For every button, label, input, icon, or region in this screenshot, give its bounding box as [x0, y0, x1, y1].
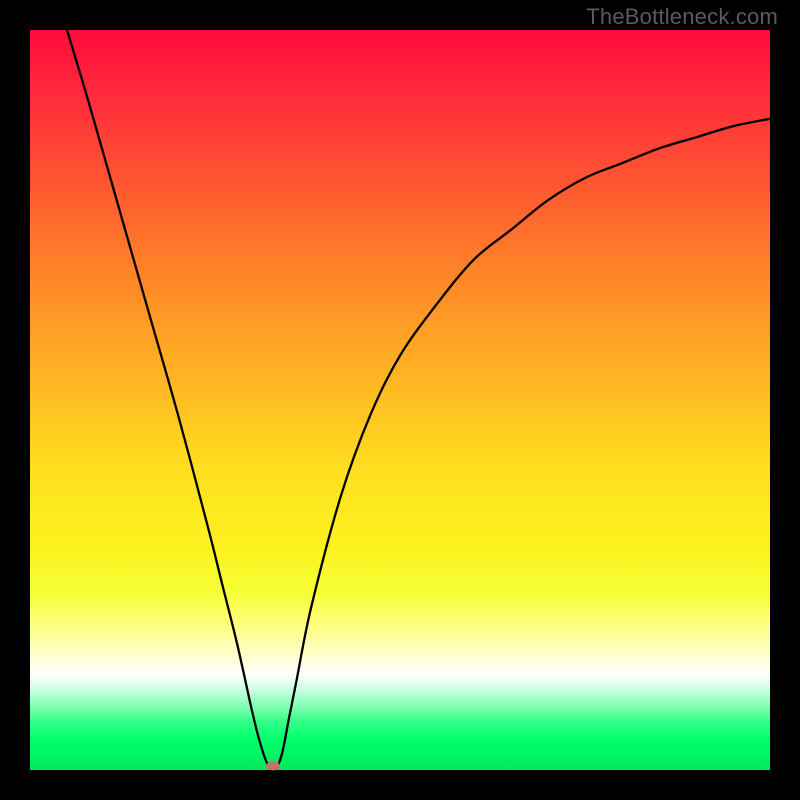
watermark-text: TheBottleneck.com	[586, 4, 778, 30]
chart-frame: TheBottleneck.com	[0, 0, 800, 800]
plot-background-gradient	[30, 30, 770, 770]
optimal-point-marker	[266, 762, 280, 771]
